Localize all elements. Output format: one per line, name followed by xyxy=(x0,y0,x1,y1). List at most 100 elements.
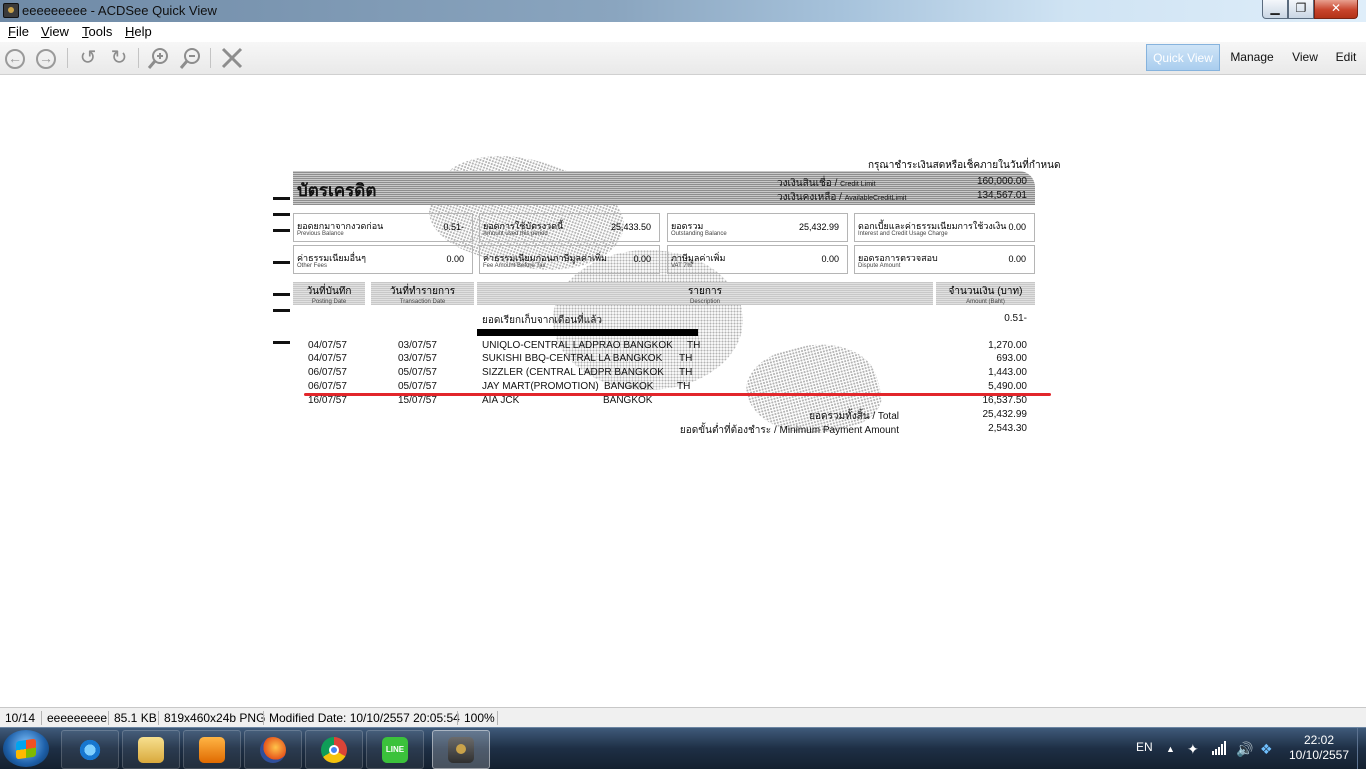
summary-other-fees: ค่าธรรมเนียมอื่นๆ Other Fees 0.00 xyxy=(293,245,473,274)
column-description: รายการ Description xyxy=(477,282,933,305)
menu-file[interactable]: File xyxy=(8,24,29,39)
mode-quick-view[interactable]: Quick View xyxy=(1146,44,1220,71)
mode-edit[interactable]: Edit xyxy=(1330,44,1362,71)
column-transaction-date: วันที่ทำรายการ Transaction Date xyxy=(371,282,474,305)
taskbar-line[interactable]: LINE xyxy=(366,730,424,769)
column-posting-date: วันที่บันทึก Posting Date xyxy=(293,282,365,305)
toolbar-separator xyxy=(138,48,139,68)
column-label-en: Description xyxy=(689,299,720,305)
pin-icon[interactable]: ✦ xyxy=(1187,741,1199,758)
column-label-en: Amount (Baht) xyxy=(966,299,1005,305)
taskbar-file-explorer[interactable] xyxy=(122,730,180,769)
menu-view-label: View xyxy=(41,24,69,39)
posting-date: 16/07/57 xyxy=(308,395,347,406)
amount: 1,270.00 xyxy=(988,340,1027,351)
menu-bar: File View Tools Help xyxy=(0,22,1366,42)
column-label-en: Posting Date xyxy=(311,299,347,305)
taskbar-media-player[interactable] xyxy=(183,730,241,769)
acdsee-app-icon[interactable] xyxy=(3,3,19,18)
total-amount: 25,432.99 xyxy=(982,409,1028,420)
close-icon[interactable] xyxy=(220,46,244,70)
status-image-index: 10/14 xyxy=(5,711,36,725)
amount: 1,443.00 xyxy=(988,367,1027,378)
taskbar-internet-explorer[interactable] xyxy=(61,730,119,769)
close-window-button[interactable]: ✕ xyxy=(1314,0,1358,19)
margin-mark xyxy=(273,341,290,344)
summary-dispute-amount: ยอดรอการตรวจสอบ Dispute Amount 0.00 xyxy=(854,245,1035,274)
taskbar-chrome[interactable] xyxy=(305,730,363,769)
transaction-date: 05/07/57 xyxy=(398,381,437,392)
rotate-right-icon[interactable]: ↻ xyxy=(107,46,131,70)
system-clock[interactable]: 22:02 10/10/2557 xyxy=(1284,733,1354,763)
status-separator xyxy=(41,711,42,725)
menu-tools[interactable]: Tools xyxy=(82,24,112,39)
margin-mark xyxy=(273,213,290,216)
summary-label-en: Interest and Credit Usage Charge xyxy=(858,231,948,237)
show-desktop-button[interactable] xyxy=(1357,728,1366,769)
clock-date: 10/10/2557 xyxy=(1288,748,1350,762)
credit-limit-label-th: วงเงินสินเชื่อ / xyxy=(777,178,838,189)
mode-view[interactable]: View xyxy=(1286,44,1324,71)
summary-label-en: VAT 7% xyxy=(671,263,693,269)
transaction-date: 03/07/57 xyxy=(398,353,437,364)
status-separator xyxy=(457,711,458,725)
summary-label-en: Amount used this period xyxy=(483,231,548,237)
merchant: UNIQLO-CENTRAL LADPRAO BANGKOK xyxy=(482,340,673,351)
maximize-button[interactable]: ❐ xyxy=(1288,0,1314,19)
summary-label-en: Fee Amount Before Tax xyxy=(483,263,546,269)
credit-limit-label-en: Credit Limit xyxy=(840,181,876,188)
menu-help[interactable]: Help xyxy=(125,24,152,39)
summary-outstanding-balance: ยอดรวม Outstanding Balance 25,432.99 xyxy=(667,213,848,242)
status-zoom[interactable]: 100% xyxy=(464,711,495,725)
previous-balance-amount: 0.51- xyxy=(1004,313,1027,324)
available-limit-value: 134,567.01 xyxy=(976,190,1027,201)
media-player-icon xyxy=(199,737,225,763)
total-label: ยอดรวมทั้งสิ้น / Total xyxy=(809,411,899,422)
menu-view[interactable]: View xyxy=(41,24,69,39)
posting-date: 06/07/57 xyxy=(308,367,347,378)
status-image-info: 819x460x24b PNG xyxy=(164,711,266,725)
country: TH xyxy=(677,381,691,392)
dropbox-icon[interactable]: ❖ xyxy=(1260,741,1273,758)
available-limit-label: วงเงินคงเหลือ / AvailableCreditLimit xyxy=(777,190,906,205)
network-signal-icon[interactable] xyxy=(1212,741,1226,758)
transaction-date: 03/07/57 xyxy=(398,340,437,351)
country: TH xyxy=(679,353,693,364)
zoom-in-icon[interactable] xyxy=(147,46,171,70)
column-amount: จำนวนเงิน (บาท) Amount (Baht) xyxy=(936,282,1035,305)
summary-interest-charge: ดอกเบี้ยและค่าธรรมเนียมการใช้วงเงิน Inte… xyxy=(854,213,1035,242)
city: BANGKOK xyxy=(603,395,653,406)
taskbar-acdsee[interactable] xyxy=(432,730,490,769)
internet-explorer-icon xyxy=(77,737,103,763)
taskbar-firefox[interactable] xyxy=(244,730,302,769)
language-indicator[interactable]: EN xyxy=(1136,740,1153,781)
volume-icon[interactable]: 🔊 xyxy=(1236,741,1253,758)
rotate-left-icon[interactable]: ↺ xyxy=(76,46,100,70)
statement-header: บัตรเครดิต วงเงินสินเชื่อ / Credit Limit… xyxy=(293,171,1035,205)
statement-title: บัตรเครดิต xyxy=(297,181,377,200)
zoom-out-icon[interactable] xyxy=(179,46,203,70)
minimize-button[interactable]: ▁ xyxy=(1262,0,1288,19)
summary-label-en: Outstanding Balance xyxy=(671,231,727,237)
status-file-name: eeeeeeeee xyxy=(47,711,108,725)
show-hidden-icons-icon[interactable]: ▲ xyxy=(1166,744,1175,754)
summary-value: 25,432.99 xyxy=(798,222,839,232)
back-icon[interactable]: ← xyxy=(5,49,25,69)
mode-manage[interactable]: Manage xyxy=(1224,44,1280,71)
column-label-en: Transaction Date xyxy=(399,299,446,305)
forward-icon[interactable]: → xyxy=(36,49,56,69)
start-button[interactable] xyxy=(3,730,49,767)
menu-file-label: File xyxy=(8,24,29,39)
toolbar-separator xyxy=(67,48,68,68)
clock-time: 22:02 xyxy=(1303,733,1335,747)
column-label-th: รายการ xyxy=(688,286,722,297)
credit-card-statement-image: กรุณาชำระเงินสดหรือเช็คภายในวันที่กำหนด … xyxy=(268,130,1060,451)
margin-mark xyxy=(273,293,290,296)
minimum-payment-amount: 2,543.30 xyxy=(988,423,1027,434)
line-app-icon: LINE xyxy=(382,737,408,763)
column-label-th: วันที่บันทึก xyxy=(306,286,352,297)
minimum-payment-label: ยอดขั้นต่ำที่ต้องชำระ / Minimum Payment … xyxy=(679,425,899,436)
status-file-size: 85.1 KB xyxy=(114,711,157,725)
previous-balance-description: ยอดเรียกเก็บจากเดือนที่แล้ว xyxy=(482,315,602,326)
summary-previous-balance: ยอดยกมาจากงวดก่อน Previous Balance 0.51- xyxy=(293,213,473,242)
